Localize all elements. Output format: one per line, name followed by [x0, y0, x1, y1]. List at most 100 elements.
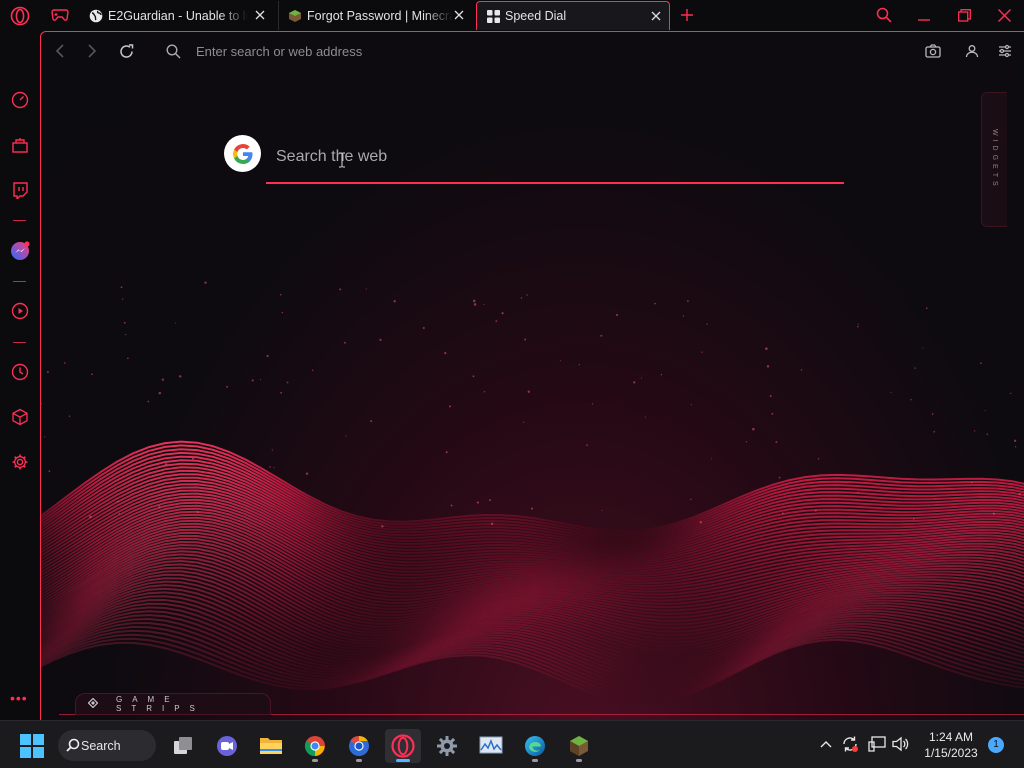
new-tab-plus-icon[interactable]: [678, 6, 696, 24]
star-particle: [266, 354, 269, 358]
restore-icon[interactable]: [953, 5, 975, 25]
star-particle: [41, 402, 42, 405]
windows-start-icon[interactable]: [20, 734, 44, 758]
minimize-icon[interactable]: [913, 5, 935, 25]
star-particle: [63, 362, 66, 364]
settings-gear-icon[interactable]: [429, 729, 465, 763]
star-particle: [191, 457, 195, 460]
clock-date: 1/15/2023: [924, 746, 978, 760]
sync-icon[interactable]: [841, 735, 859, 753]
back-icon[interactable]: [50, 41, 70, 61]
star-particle: [745, 441, 748, 443]
star-particle: [530, 507, 533, 510]
minecraft-grass-icon: [287, 8, 303, 24]
extensions-icon[interactable]: [9, 406, 31, 428]
search-icon: [66, 738, 80, 755]
speed-dial-search-field[interactable]: [266, 136, 844, 184]
star-particle: [933, 430, 936, 433]
star-particle: [817, 458, 820, 460]
close-window-icon[interactable]: [993, 5, 1015, 25]
star-particle: [226, 385, 229, 388]
easy-setup-icon[interactable]: [995, 41, 1015, 61]
account-icon[interactable]: [962, 41, 982, 61]
star-particle: [690, 404, 692, 406]
star-particle: [984, 410, 986, 412]
player-icon[interactable]: [9, 300, 31, 322]
star-particle: [980, 362, 982, 365]
tab-title: Forgot Password | Minecraft: [307, 8, 453, 23]
star-particle: [490, 522, 494, 526]
task-view-icon[interactable]: [165, 729, 201, 763]
star-particle: [925, 307, 928, 310]
star-particle: [701, 351, 703, 353]
star-particle: [591, 403, 594, 405]
opera-gx-menu-icon[interactable]: [9, 6, 31, 26]
chrome-beta-icon[interactable]: [341, 729, 377, 763]
volume-icon[interactable]: [892, 735, 910, 753]
star-particle: [271, 449, 273, 451]
gx-control-icon[interactable]: [9, 89, 31, 111]
forward-icon[interactable]: [82, 41, 102, 61]
star-particle: [393, 300, 396, 303]
star-particle: [125, 333, 127, 336]
close-icon[interactable]: [649, 9, 663, 23]
edge-icon[interactable]: [517, 729, 553, 763]
opera-gx-taskbar-icon[interactable]: [385, 729, 421, 763]
star-particle: [280, 293, 282, 296]
address-input[interactable]: [196, 41, 596, 61]
star-particle: [771, 412, 774, 415]
snapshot-camera-icon[interactable]: [923, 41, 943, 61]
gx-gamepad-icon[interactable]: [48, 5, 72, 25]
widgets-tab[interactable]: WIDGETS: [981, 92, 1007, 227]
close-icon[interactable]: [452, 8, 466, 22]
settings-icon[interactable]: [9, 451, 31, 473]
star-particle: [986, 433, 989, 436]
tab-search-icon[interactable]: [873, 5, 895, 25]
star-particle: [448, 405, 452, 408]
close-icon[interactable]: [253, 8, 267, 22]
star-particle: [196, 511, 199, 514]
notification-badge[interactable]: 1: [988, 737, 1004, 753]
game-strips-tab[interactable]: GAME STRIPS: [75, 693, 271, 715]
widgets-label: WIDGETS: [991, 129, 998, 190]
running-indicator: [396, 759, 410, 762]
sidebar-more-icon[interactable]: •••: [10, 690, 28, 706]
chrome-icon[interactable]: [297, 729, 333, 763]
file-explorer-icon[interactable]: [253, 729, 289, 763]
tab-minecraft-forgot-password[interactable]: Forgot Password | Minecraft: [278, 1, 472, 30]
star-particle: [339, 288, 342, 291]
tab-title: Speed Dial: [505, 9, 567, 23]
twitch-icon[interactable]: [9, 179, 31, 201]
star-particle: [523, 421, 525, 423]
star-particle: [204, 281, 207, 284]
star-particle: [91, 373, 93, 376]
star-particle: [640, 377, 642, 379]
minecraft-icon[interactable]: [561, 729, 597, 763]
star-particle: [1018, 493, 1022, 496]
google-logo-icon[interactable]: [224, 135, 261, 172]
tab-e2guardian[interactable]: E2Guardian - Unable to load: [80, 1, 273, 30]
star-particle: [147, 400, 150, 403]
star-particle: [473, 303, 477, 306]
teams-chat-icon[interactable]: [209, 729, 245, 763]
show-hidden-icons-chevron-icon[interactable]: [817, 735, 835, 753]
taskbar-clock[interactable]: 1:24 AM 1/15/2023: [918, 729, 984, 761]
star-particle: [857, 323, 859, 325]
sidebar: •••: [0, 31, 40, 720]
search-input[interactable]: [276, 144, 836, 170]
star-particle: [654, 302, 656, 305]
gx-corner-icon[interactable]: [9, 134, 31, 156]
taskbar-search-button[interactable]: Search: [58, 730, 156, 761]
history-icon[interactable]: [9, 361, 31, 383]
tab-title: E2Guardian - Unable to load: [108, 8, 248, 23]
star-particle: [644, 416, 646, 418]
tab-speed-dial[interactable]: Speed Dial: [476, 1, 670, 30]
star-particle: [800, 369, 803, 371]
star-particle: [161, 378, 165, 381]
messenger-icon[interactable]: [9, 240, 31, 262]
star-particle: [857, 325, 859, 328]
reload-icon[interactable]: [116, 41, 136, 61]
network-icon[interactable]: [868, 735, 886, 753]
resource-monitor-icon[interactable]: [473, 729, 509, 763]
star-particle: [527, 390, 530, 393]
